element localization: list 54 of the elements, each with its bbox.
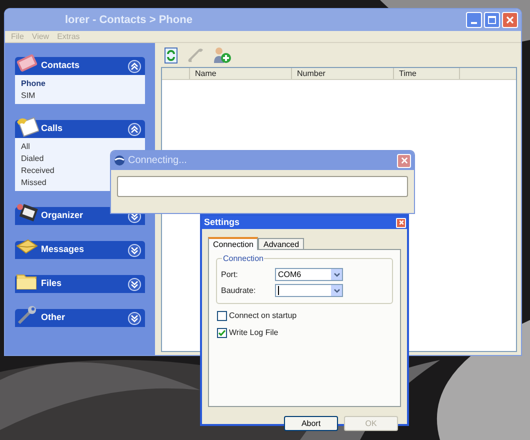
checkbox-label: Connect on startup xyxy=(229,310,297,322)
group-title: Messages xyxy=(41,243,84,256)
expand-icon[interactable] xyxy=(128,278,141,290)
field-label: Port: xyxy=(221,268,239,280)
group-header[interactable]: Calls xyxy=(15,120,145,138)
close-button[interactable] xyxy=(502,12,518,28)
close-icon xyxy=(506,16,514,24)
close-button[interactable] xyxy=(397,154,411,168)
group-header[interactable]: Other xyxy=(15,309,145,327)
checkbox[interactable] xyxy=(217,328,227,338)
combo-value: COM6 xyxy=(278,270,302,278)
sidebar-item[interactable]: All xyxy=(21,141,139,152)
sidebar-item[interactable]: SIM xyxy=(21,90,139,101)
column-header[interactable]: Time xyxy=(394,68,460,79)
expand-icon[interactable] xyxy=(128,244,141,256)
minimize-button[interactable] xyxy=(466,12,482,28)
window-title: lorer - Contacts > Phone xyxy=(65,12,192,28)
group-header[interactable]: Files xyxy=(15,275,145,293)
text-cursor xyxy=(278,286,279,295)
globe-icon xyxy=(114,155,125,166)
column-header[interactable]: Name xyxy=(190,68,292,79)
close-icon xyxy=(400,157,408,164)
dialog-button[interactable]: Abort xyxy=(284,416,338,431)
sidebar-item[interactable]: Phone xyxy=(21,78,139,89)
group-title: Files xyxy=(41,277,62,290)
expand-icon[interactable] xyxy=(128,312,141,324)
checkbox-label: Write Log File xyxy=(229,327,278,339)
dialog-title: Connecting... xyxy=(128,154,187,168)
dialog-title: Settings xyxy=(204,216,240,229)
checkbox[interactable] xyxy=(217,311,227,321)
combo-box[interactable]: COM6 xyxy=(275,268,343,281)
close-icon xyxy=(398,220,404,225)
group-title: Calls xyxy=(41,122,63,136)
group-title: Organizer xyxy=(41,209,84,222)
group-title: Contacts xyxy=(41,59,80,72)
add-contact-icon[interactable] xyxy=(212,46,232,64)
group-title: Other xyxy=(41,311,66,324)
tab[interactable]: Connection xyxy=(208,237,258,250)
column-header[interactable]: Number xyxy=(292,68,394,79)
tab[interactable]: Advanced xyxy=(258,238,304,249)
group-header[interactable]: Contacts xyxy=(15,57,145,75)
dropdown-icon[interactable] xyxy=(331,269,342,280)
phone-list-icon xyxy=(15,114,39,138)
combo-box[interactable] xyxy=(275,284,343,297)
collapse-icon[interactable] xyxy=(128,60,141,72)
close-button[interactable] xyxy=(396,218,406,228)
maximize-button[interactable] xyxy=(484,12,500,28)
field-label: Baudrate: xyxy=(221,284,257,296)
group-header[interactable]: Organizer xyxy=(15,207,145,225)
collapse-icon[interactable] xyxy=(128,122,141,136)
group-header[interactable]: Messages xyxy=(15,241,145,259)
wrench-icon xyxy=(15,303,39,327)
dropdown-icon[interactable] xyxy=(331,285,342,296)
refresh-icon[interactable] xyxy=(164,46,178,64)
